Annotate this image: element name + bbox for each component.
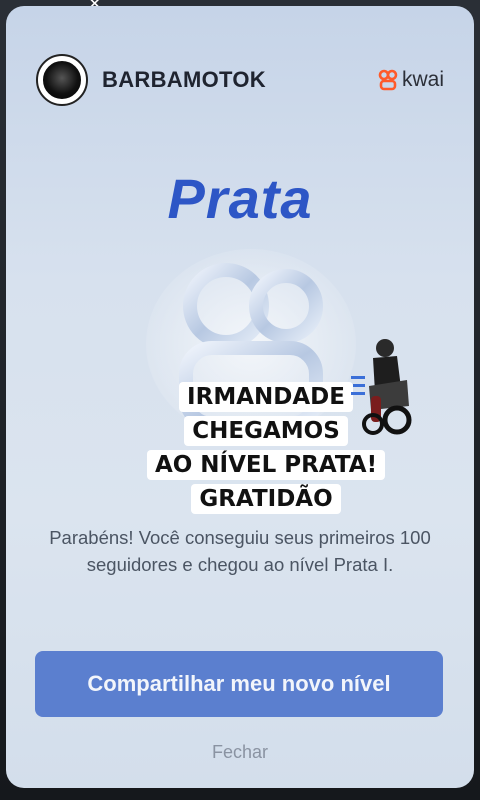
motorcycle-rider-sticker [351,339,412,435]
username: BARBAMOTOK [102,67,266,92]
caption-line: CHEGAMOS [184,416,348,446]
level-up-dialog: BARBAMOTOK kwai Prata IRMANDADE CHEGAMOS… [6,6,474,788]
share-level-button[interactable]: Compartilhar meu novo nível [35,651,443,717]
close-button[interactable]: Fechar [6,742,474,763]
kwai-brand-name: kwai [401,68,444,91]
congrats-message: Parabéns! Você conseguiu seus primeiros … [49,527,431,575]
kwai-logo-icon [378,69,398,91]
caption-line: IRMANDADE [179,382,353,412]
avatar [36,54,88,106]
skull-logo-icon [41,59,83,101]
level-title: Prata [167,167,313,230]
caption-line: AO NÍVEL PRATA! [146,450,386,480]
caption-line: GRATIDÃO [191,484,341,514]
kwai-logo: kwai [378,68,444,92]
user-info: BARBAMOTOK [36,54,266,106]
dialog-header: BARBAMOTOK kwai [36,50,444,110]
